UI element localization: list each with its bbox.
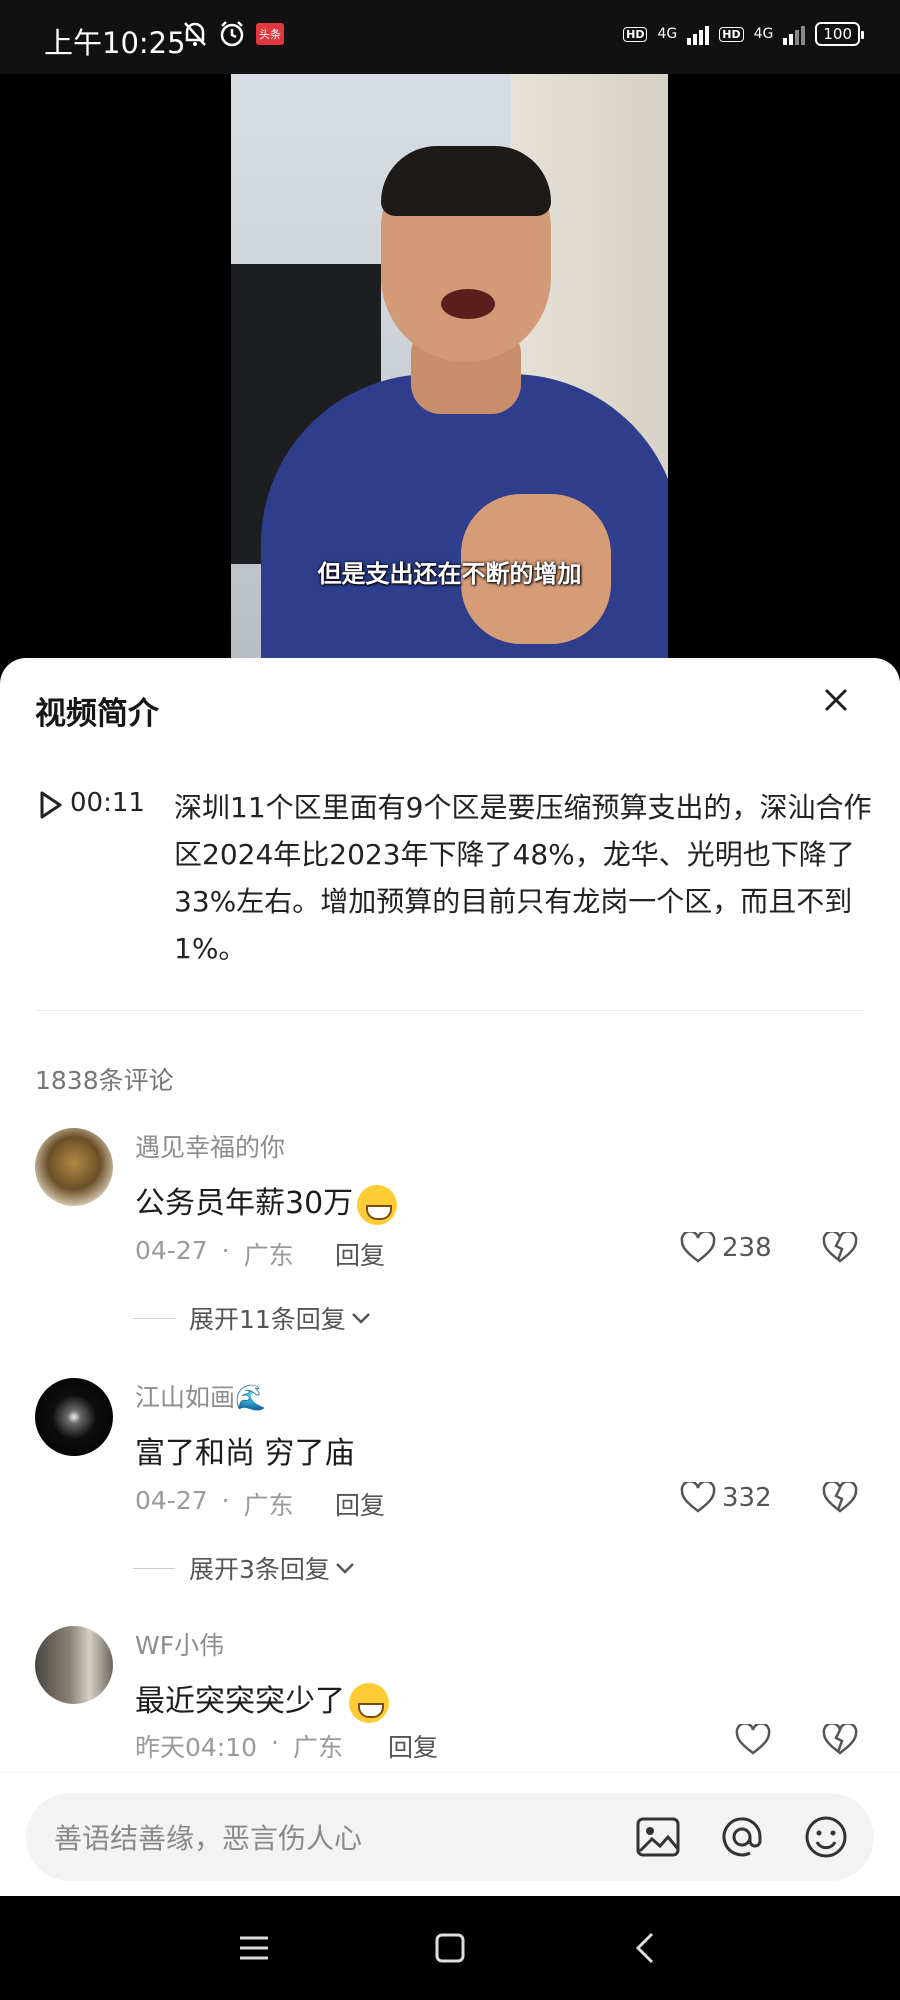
chapter-description: 深圳11个区里面有9个区是要压缩预算支出的，深汕合作区2024年比2023年下降… [174,791,872,965]
grin-emoji-icon [357,1184,398,1225]
network-label-1: 4G [657,26,678,42]
hd-icon: HD [623,26,648,42]
back-icon[interactable] [624,1926,668,1970]
comment-location: 广东 [293,1733,344,1762]
comment-item: 江山如画🌊 富了和尚 穷了庙 04-27 · 广东 回复 332 展开3条回复 [0,1378,900,1608]
home-icon[interactable] [428,1926,472,1970]
reply-button[interactable]: 回复 [335,1236,385,1272]
like-count: 332 [722,1483,772,1513]
chevron-down-icon [336,1563,354,1574]
heart-icon [735,1724,771,1755]
speaker-mouth [441,289,495,319]
signal-icon [687,23,710,45]
signal-icon-2 [783,23,806,45]
broken-heart-icon [822,1722,858,1755]
status-time: 上午10:25 [44,26,186,60]
comment-item: WF小伟 最近突突突少了 昨天04:10 · 广东 回复 [0,1626,900,1796]
comment-location: 广东 [243,1241,294,1270]
reply-button[interactable]: 回复 [335,1486,385,1522]
battery-icon: 100 [815,22,864,46]
divider [35,1010,865,1011]
close-button[interactable] [814,678,858,722]
comment-text-content: 公务员年薪30万 [135,1186,354,1221]
avatar[interactable] [35,1128,113,1206]
comment-location: 广东 [243,1491,294,1520]
comment-input-placeholder: 善语结善缘，恶言伤人心 [54,1822,363,1855]
network-label-2: 4G [753,26,774,42]
dislike-button[interactable] [822,1480,858,1518]
comment-meta: 04-27 · 广东 [135,1486,294,1522]
avatar[interactable] [35,1378,113,1456]
dislike-button[interactable] [822,1722,858,1760]
speaker-hair [381,146,551,216]
video-subtitle: 但是支出还在不断的增加 [317,560,582,588]
comment-meta: 04-27 · 广东 [135,1236,294,1272]
reply-button[interactable]: 回复 [388,1728,438,1764]
image-icon[interactable] [632,1811,684,1863]
status-right-icons: HD 4G HD 4G 100 [623,22,864,46]
video-frame[interactable]: 但是支出还在不断的增加 [231,74,668,674]
like-button[interactable]: 238 [680,1232,772,1264]
close-icon [824,688,848,712]
meta-separator: · [221,1236,230,1265]
comment-count: 1838条评论 [35,1066,174,1095]
sheet-title: 视频简介 [35,696,159,732]
video-intro-sheet: 视频简介 00:11 深圳11个区里面有9个区是要压缩预算支出的，深汕合作区20… [0,658,900,1896]
toutiao-app-icon: 头条 [256,23,284,45]
comment-username[interactable]: 江山如画🌊 [135,1378,266,1414]
comment-item: 遇见幸福的你 公务员年薪30万 04-27 · 广东 回复 238 展开11条回… [0,1128,900,1358]
comment-username[interactable]: WF小伟 [135,1626,224,1662]
comment-date: 04-27 [135,1236,208,1265]
speaker-shirt [261,374,668,674]
expand-replies[interactable]: 展开11条回复 [133,1300,372,1336]
avatar[interactable] [35,1626,113,1704]
video-player[interactable]: 但是支出还在不断的增加 [0,74,900,674]
like-count: 238 [722,1233,772,1263]
mute-bell-icon [184,22,206,46]
emoji-icon[interactable] [800,1811,852,1863]
alarm-clock-icon [220,21,244,47]
play-icon [40,791,62,819]
comment-text: 公务员年薪30万 [135,1178,398,1225]
comment-date: 昨天04:10 [135,1733,258,1762]
like-button[interactable] [735,1724,771,1756]
mention-icon[interactable] [716,1811,768,1863]
chapter-timestamp[interactable]: 00:11 [70,788,174,818]
broken-heart-icon [822,1480,858,1513]
expand-replies[interactable]: 展开3条回复 [133,1550,356,1586]
expand-replies-label: 展开3条回复 [189,1555,330,1584]
like-button[interactable]: 332 [680,1482,772,1514]
meta-separator: · [271,1728,279,1757]
expand-line [133,1567,175,1569]
comment-text: 富了和尚 穷了庙 [135,1436,355,1471]
comment-meta: 昨天04:10 · 广东 [135,1728,343,1764]
chapter-entry[interactable]: 00:11 深圳11个区里面有9个区是要压缩预算支出的，深汕合作区2024年比2… [38,784,874,972]
laugh-cry-emoji-icon [349,1682,389,1723]
dislike-button[interactable] [822,1230,858,1268]
heart-icon [680,1232,716,1263]
meta-separator: · [221,1486,230,1515]
comment-input[interactable]: 善语结善缘，恶言伤人心 [26,1793,874,1881]
status-left-icons: 头条 [182,20,284,48]
comment-input-bar: 善语结善缘，恶言伤人心 [0,1772,900,1896]
comment-text: 最近突突突少了 [135,1676,389,1723]
expand-replies-label: 展开11条回复 [189,1305,346,1334]
heart-icon [680,1482,716,1513]
system-nav-bar [0,1896,900,2000]
comment-date: 04-27 [135,1486,208,1515]
expand-line [133,1317,175,1319]
chevron-down-icon [351,1313,370,1324]
comment-text-content: 最近突突突少了 [135,1684,345,1719]
status-bar: 上午10:25 头条 HD 4G HD 4G 100 [0,0,900,74]
comment-username[interactable]: 遇见幸福的你 [135,1128,285,1164]
hd-icon-2: HD [719,26,744,42]
menu-icon[interactable] [232,1926,276,1970]
broken-heart-icon [822,1230,858,1263]
